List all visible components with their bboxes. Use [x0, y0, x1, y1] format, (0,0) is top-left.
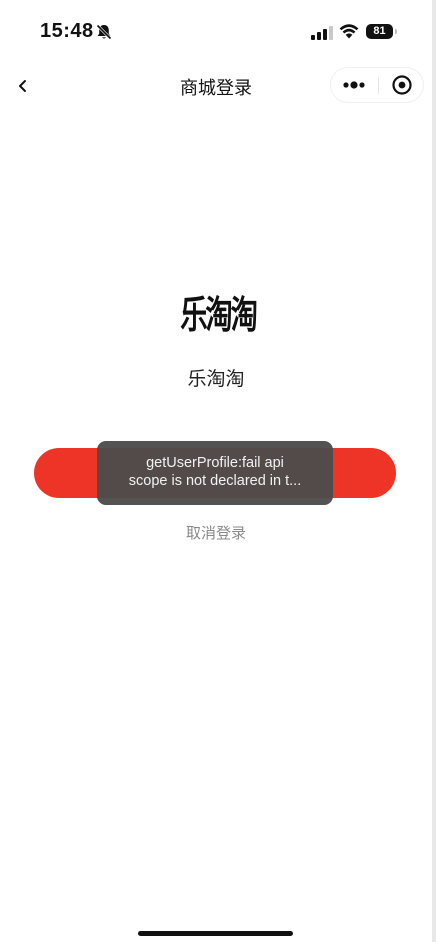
battery-cap	[395, 29, 397, 34]
toast-line-1: getUserProfile:fail api	[146, 455, 284, 471]
home-indicator[interactable]	[138, 931, 293, 936]
battery-level: 81	[373, 25, 386, 37]
signal-icon	[311, 26, 333, 40]
capsule-divider	[378, 77, 379, 94]
nav-bar: 商城登录	[0, 64, 436, 108]
more-dots-icon[interactable]	[331, 68, 377, 102]
mini-program-capsule	[330, 67, 424, 103]
right-edge	[432, 0, 436, 942]
brand-logo: 乐淘淘	[180, 292, 258, 337]
app-name: 乐淘淘	[187, 368, 245, 390]
cancel-login-link[interactable]: 取消登录	[0, 522, 432, 543]
target-circle-icon[interactable]	[380, 68, 424, 102]
error-toast: getUserProfile:fail api scope is not dec…	[97, 441, 333, 505]
toast-line-2: scope is not declared in t...	[128, 473, 302, 489]
bell-slash-icon	[96, 24, 112, 40]
status-time: 15:48	[40, 20, 94, 42]
battery-icon: 81	[366, 24, 393, 39]
wifi-icon	[339, 24, 359, 39]
status-bar: 15:48 81	[0, 0, 436, 64]
